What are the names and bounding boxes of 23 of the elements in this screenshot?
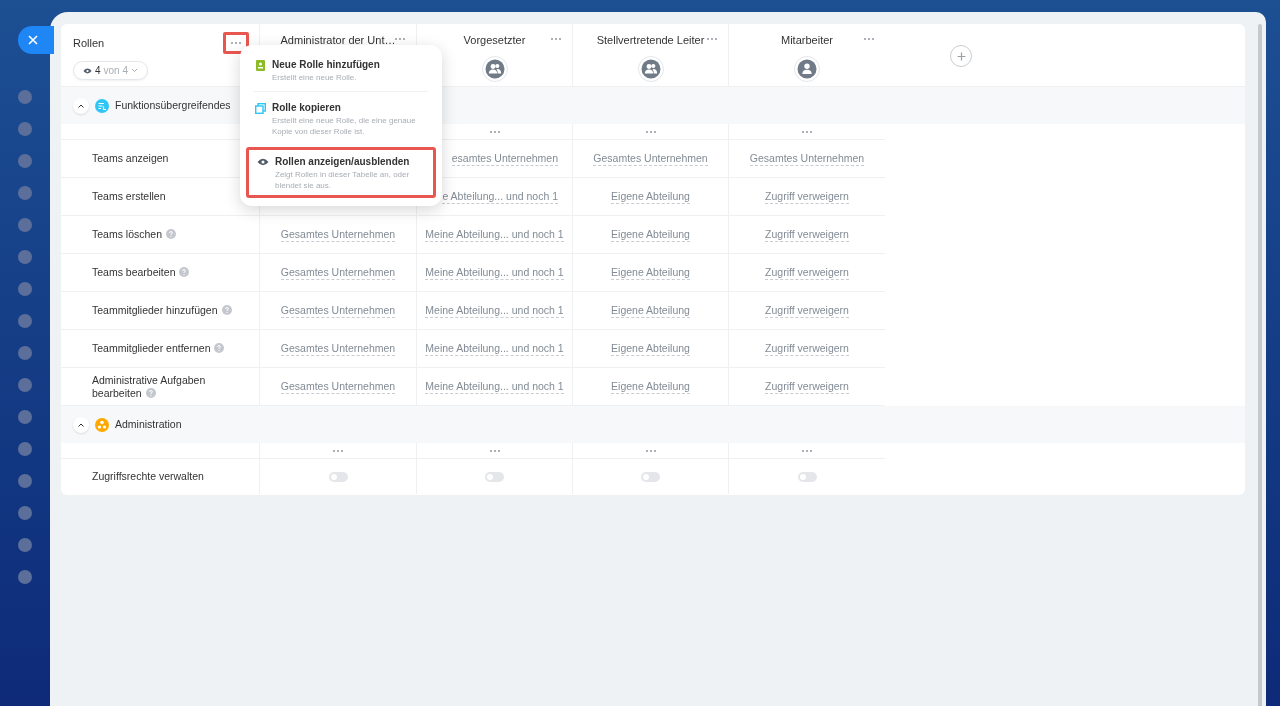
menu-item-title: Rolle kopieren bbox=[272, 101, 342, 115]
menu-item-description: Zeigt Rollen in dieser Tabelle an, oder blendet sie aus. bbox=[275, 169, 411, 191]
permission-label: Teams anzeigen bbox=[92, 152, 169, 165]
menu-item-title: Neue Rolle hinzufügen bbox=[272, 58, 380, 72]
section-title: Administration bbox=[115, 416, 182, 432]
permission-label: Administrative Aufgaben bearbeiten bbox=[92, 373, 207, 400]
role-name: Administrator der Unt… bbox=[280, 33, 396, 48]
role-name: Mitarbeiter bbox=[781, 33, 833, 48]
menu-item-description: Erstellt eine neue Rolle. bbox=[272, 72, 358, 83]
role-name: Vorgesetzter bbox=[463, 33, 526, 48]
roles-title: Rollen bbox=[73, 35, 105, 51]
visible-count: 4 bbox=[95, 64, 101, 78]
permission-label: Teammitglieder entfernen bbox=[92, 342, 225, 355]
total-count: von 4 bbox=[103, 64, 129, 78]
menu-item-description: Erstellt eine neue Rolle, die eine genaue Kopie von dieser Rolle ist. bbox=[272, 115, 417, 137]
menu-item-title: Rollen anzeigen/ausblenden bbox=[275, 155, 411, 169]
permission-label: Teammitglieder hinzufügen bbox=[92, 304, 232, 317]
role-name: Stellvertretende Leiter bbox=[596, 33, 705, 48]
section-title: Funktionsübergreifendes bbox=[115, 97, 231, 113]
permission-label: Teams löschen bbox=[92, 228, 177, 241]
permission-label: Zugriffsrechte verwalten bbox=[92, 470, 204, 483]
permission-label: Teams bearbeiten bbox=[92, 266, 190, 279]
permission-label: Teams erstellen bbox=[92, 190, 166, 203]
